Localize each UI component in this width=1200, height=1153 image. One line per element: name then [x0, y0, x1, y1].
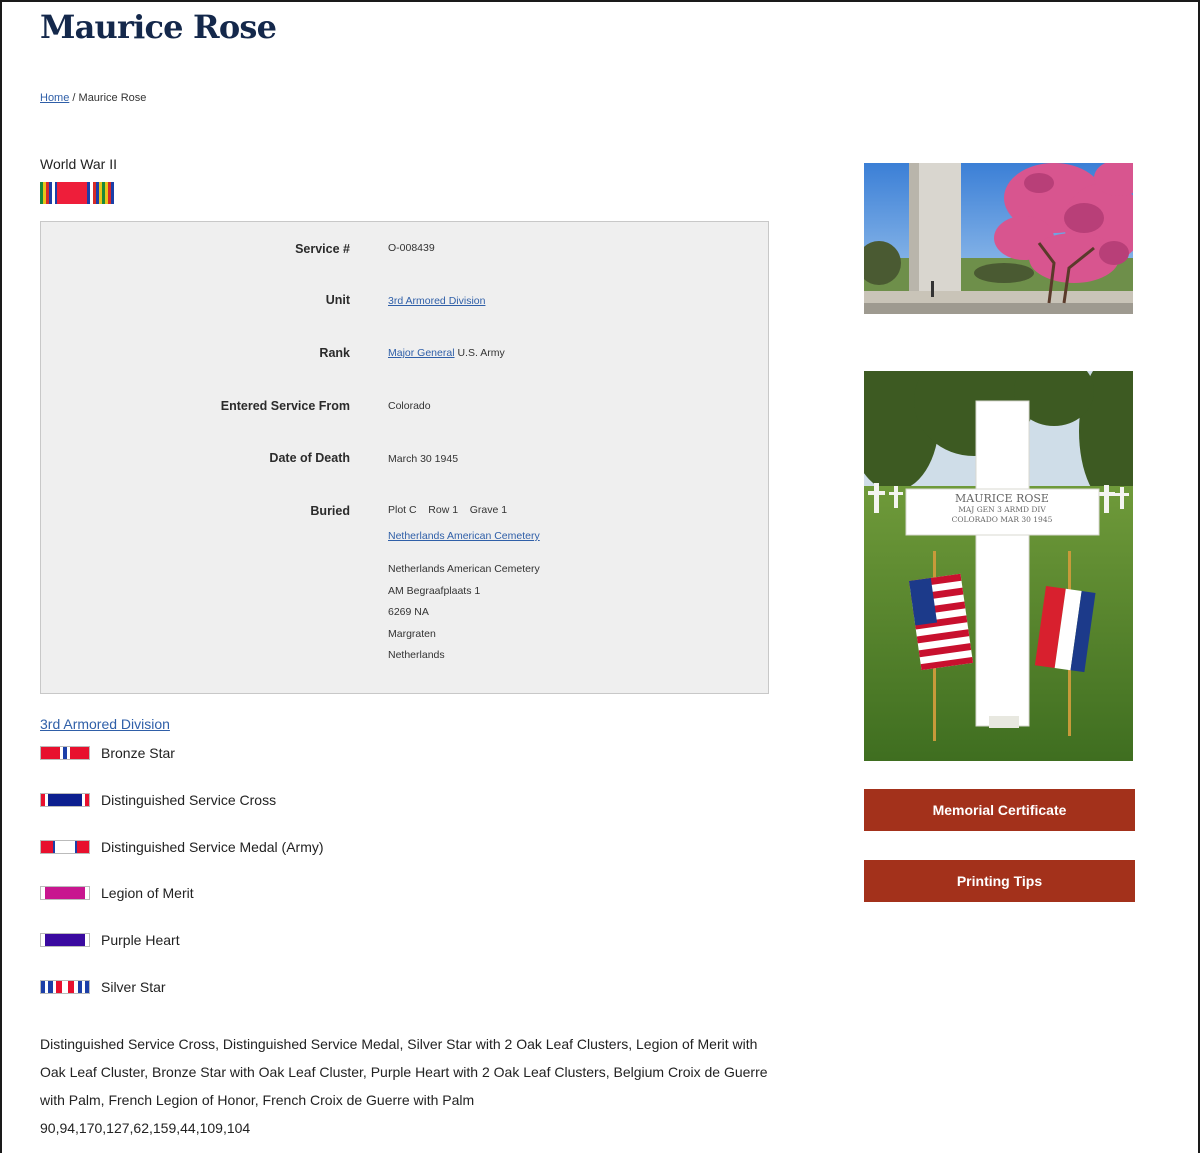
- award-item: Legion of Merit: [40, 883, 194, 903]
- award-name: Legion of Merit: [101, 885, 194, 901]
- award-item: Bronze Star: [40, 743, 175, 763]
- date-of-death-value: March 30 1945: [388, 453, 459, 465]
- legion-of-merit-ribbon-icon: [40, 886, 90, 900]
- unit-label: Unit: [325, 293, 350, 307]
- entered-service-label: Entered Service From: [220, 399, 350, 413]
- wwii-campaign-ribbon-icon: [40, 182, 120, 204]
- award-item: Distinguished Service Cross: [40, 790, 276, 810]
- memorial-photo: [864, 163, 1133, 314]
- breadcrumb-home-link[interactable]: Home: [40, 92, 69, 104]
- silver-star-ribbon-icon: [40, 980, 90, 994]
- cemetery-address: Netherlands American Cemetery AM Begraaf…: [388, 563, 540, 661]
- headstone-line-2: MAJ GEN 3 ARMD DIV: [958, 505, 1046, 514]
- service-number-value: O-008439: [388, 242, 435, 254]
- rank-branch: U.S. Army: [457, 347, 505, 359]
- rank-link[interactable]: Major General: [388, 347, 455, 359]
- award-name: Bronze Star: [101, 745, 175, 761]
- date-of-death-label: Date of Death: [269, 451, 350, 465]
- page-title: Maurice Rose: [40, 8, 277, 46]
- unit-link[interactable]: 3rd Armored Division: [40, 716, 170, 732]
- headstone-photo: MAURICE ROSE MAJ GEN 3 ARMD DIV COLORADO…: [864, 371, 1133, 761]
- unit-value-link[interactable]: 3rd Armored Division: [388, 295, 485, 307]
- award-name: Silver Star: [101, 979, 166, 995]
- rank-label: Rank: [319, 346, 350, 360]
- breadcrumb: Home / Maurice Rose: [40, 92, 146, 104]
- award-name: Distinguished Service Cross: [101, 792, 277, 808]
- printing-tips-button[interactable]: Printing Tips: [864, 860, 1135, 902]
- bronze-star-ribbon-icon: [40, 746, 90, 760]
- breadcrumb-current: Maurice Rose: [78, 92, 147, 104]
- awards-summary: Distinguished Service Cross, Distinguish…: [40, 1030, 770, 1142]
- award-item: Silver Star: [40, 977, 166, 997]
- headstone-line-1: MAURICE ROSE: [955, 492, 1049, 505]
- breadcrumb-separator: /: [72, 92, 76, 104]
- cemetery-link[interactable]: Netherlands American Cemetery: [388, 530, 540, 542]
- award-name: Purple Heart: [101, 932, 180, 948]
- memorial-certificate-button[interactable]: Memorial Certificate: [864, 789, 1135, 831]
- purple-heart-ribbon-icon: [40, 933, 90, 947]
- service-details-box: Service # O-008439 Unit 3rd Armored Divi…: [40, 221, 769, 694]
- dsm-ribbon-icon: [40, 840, 90, 854]
- awards-text: Distinguished Service Cross, Distinguish…: [40, 1036, 768, 1108]
- entered-service-value: Colorado: [388, 400, 431, 412]
- dsc-ribbon-icon: [40, 793, 90, 807]
- buried-label: Buried: [310, 504, 350, 518]
- award-item: Purple Heart: [40, 930, 180, 950]
- award-item: Distinguished Service Medal (Army): [40, 837, 324, 857]
- service-number-label: Service #: [295, 242, 350, 256]
- grave-location: Plot C Row 1 Grave 1: [388, 504, 508, 516]
- award-name: Distinguished Service Medal (Army): [101, 839, 324, 855]
- conflict-label: World War II: [40, 156, 118, 172]
- award-codes: 90,94,170,127,62,159,44,109,104: [40, 1120, 251, 1136]
- headstone-line-3: COLORADO MAR 30 1945: [952, 515, 1053, 524]
